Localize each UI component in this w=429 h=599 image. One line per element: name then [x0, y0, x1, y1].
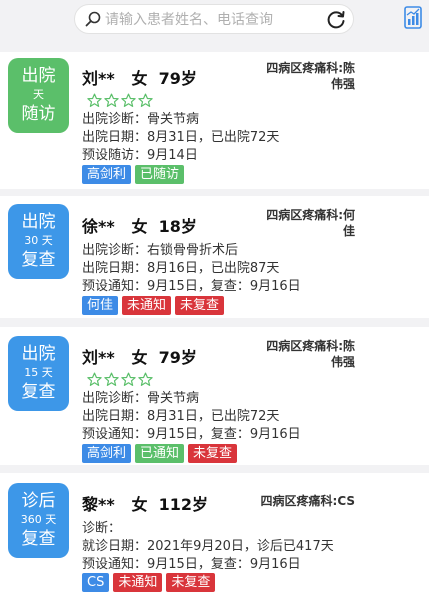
status-box[interactable]: 出院 30 天 复查 — [8, 204, 69, 279]
search-input[interactable] — [105, 9, 315, 31]
status-days: 15 天 — [24, 366, 53, 379]
patient-card[interactable]: 出院 30 天 复查 徐** 女 18岁 四病区疼痛科:何佳 出院诊断：右锁骨骨… — [0, 196, 429, 318]
patient-gender: 女 — [131, 348, 148, 367]
department-doctor: 四病区疼痛科:陈伟强 — [266, 339, 355, 369]
diagnosis-line: 出院诊断：右锁骨骨折术后 — [82, 243, 239, 258]
patient-card[interactable]: 出院 15 天 复查 刘** 女 79岁 四病区疼痛科:陈伟强 出院诊断：骨关节… — [0, 327, 429, 465]
search-icon — [85, 11, 101, 27]
patient-header: 徐** 女 18岁 — [82, 213, 197, 237]
star-outline-icon[interactable] — [104, 372, 119, 387]
status-type: 出院 — [21, 66, 56, 86]
status-days: 360 天 — [20, 513, 57, 526]
diagnosis-line: 出院诊断：骨关节病 — [82, 391, 200, 406]
date-line: 出院日期：8月16日，已出院87天 — [82, 261, 280, 276]
status-box[interactable]: 诊后 360 天 复查 — [8, 483, 69, 558]
diagnosis-line: 诊断： — [82, 521, 122, 536]
status-action: 复查 — [21, 250, 56, 270]
recheck-status-tag[interactable]: 未复查 — [175, 296, 225, 315]
patient-age: 79岁 — [158, 69, 197, 88]
notify-status-tag[interactable]: 未通知 — [113, 573, 163, 592]
followup-status-tag[interactable]: 已随访 — [135, 165, 185, 184]
status-days: 天 — [33, 88, 44, 101]
patient-header: 刘** 女 79岁 — [82, 344, 197, 368]
patient-age: 112岁 — [158, 495, 209, 514]
star-outline-icon[interactable] — [87, 93, 102, 108]
rating-stars[interactable] — [87, 93, 153, 109]
notify-status-tag[interactable]: 已通知 — [135, 444, 185, 463]
star-outline-icon[interactable] — [121, 372, 136, 387]
tag-row: 何佳 未通知 未复查 — [82, 296, 225, 315]
status-type: 出院 — [21, 212, 56, 232]
patient-card[interactable]: 出院 天 随访 刘** 女 79岁 四病区疼痛科:陈伟强 出院诊断：骨关节病 出… — [0, 52, 429, 189]
doctor-tag[interactable]: 高剑利 — [82, 444, 132, 463]
date-line: 出院日期：8月31日，已出院72天 — [82, 409, 280, 424]
date-line: 出院日期：8月31日，已出院72天 — [82, 130, 280, 145]
tag-row: 高剑利 已通知 未复查 — [82, 444, 238, 463]
recheck-status-tag[interactable]: 未复查 — [166, 573, 216, 592]
recheck-status-tag[interactable]: 未复查 — [188, 444, 238, 463]
schedule-line: 预设通知：9月15日，复查：9月16日 — [82, 557, 301, 572]
tag-row: 高剑利 已随访 — [82, 165, 185, 184]
star-outline-icon[interactable] — [104, 93, 119, 108]
status-box[interactable]: 出院 天 随访 — [8, 58, 69, 133]
diagnosis-line: 出院诊断：骨关节病 — [82, 112, 200, 127]
rating-stars[interactable] — [87, 372, 153, 388]
patient-card[interactable]: 诊后 360 天 复查 黎** 女 112岁 四病区疼痛科:CS 诊断： 就诊日… — [0, 473, 429, 599]
star-outline-icon[interactable] — [138, 93, 153, 108]
tag-row: CS 未通知 未复查 — [82, 573, 216, 592]
status-action: 复查 — [21, 529, 56, 549]
patient-gender: 女 — [131, 495, 148, 514]
star-outline-icon[interactable] — [138, 372, 153, 387]
report-icon[interactable] — [402, 4, 426, 32]
patient-age: 79岁 — [158, 348, 197, 367]
patient-gender: 女 — [131, 217, 148, 236]
schedule-line: 预设通知：9月15日，复查：9月16日 — [82, 427, 301, 442]
patient-age: 18岁 — [158, 217, 197, 236]
doctor-tag[interactable]: CS — [82, 573, 110, 592]
status-type: 出院 — [21, 344, 56, 364]
doctor-tag[interactable]: 何佳 — [82, 296, 119, 315]
patient-name: 刘** — [82, 348, 115, 367]
date-line: 就诊日期：2021年9月20日，诊后已417天 — [82, 539, 334, 554]
star-outline-icon[interactable] — [87, 372, 102, 387]
patient-name: 刘** — [82, 69, 115, 88]
status-action: 复查 — [21, 382, 56, 402]
search-box[interactable] — [74, 4, 354, 34]
schedule-line: 预设随访：9月14日 — [82, 148, 198, 163]
status-days: 30 天 — [24, 234, 53, 247]
top-bar — [0, 0, 429, 44]
status-box[interactable]: 出院 15 天 复查 — [8, 336, 69, 411]
schedule-line: 预设通知：9月15日，复查：9月16日 — [82, 279, 301, 294]
department-doctor: 四病区疼痛科:何佳 — [266, 208, 355, 238]
patient-name: 徐** — [82, 217, 115, 236]
department-doctor: 四病区疼痛科:陈伟强 — [266, 61, 355, 91]
doctor-tag[interactable]: 高剑利 — [82, 165, 132, 184]
patient-gender: 女 — [131, 69, 148, 88]
patient-name: 黎** — [82, 495, 115, 514]
refresh-icon[interactable] — [325, 9, 347, 31]
status-action: 随访 — [21, 104, 56, 124]
patient-header: 黎** 女 112岁 — [82, 491, 208, 515]
patient-header: 刘** 女 79岁 — [82, 65, 197, 89]
star-outline-icon[interactable] — [121, 93, 136, 108]
department-doctor: 四病区疼痛科:CS — [260, 494, 355, 508]
notify-status-tag[interactable]: 未通知 — [122, 296, 172, 315]
status-type: 诊后 — [21, 491, 56, 511]
